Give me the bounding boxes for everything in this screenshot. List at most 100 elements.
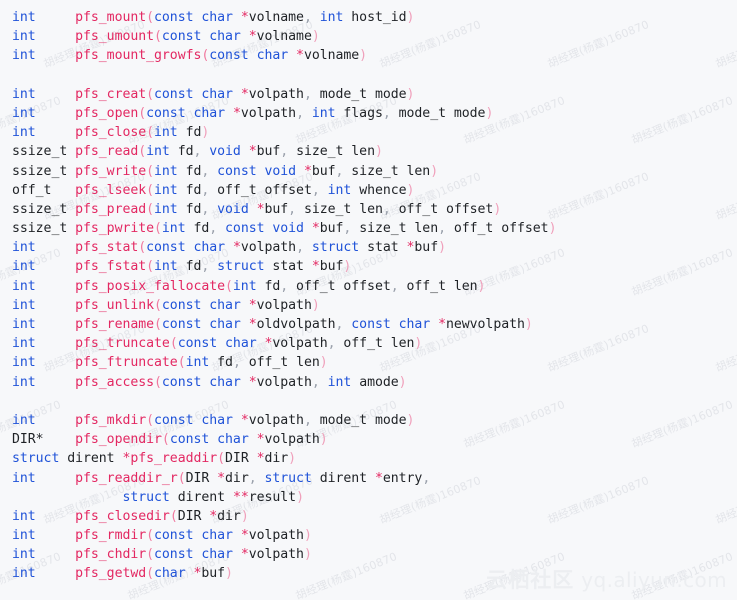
code-paren-open: (	[146, 412, 155, 428]
code-identifier: volpath	[248, 412, 304, 428]
code-paren-open: (	[146, 125, 155, 141]
code-keyword: int	[161, 221, 186, 237]
code-keyword: char	[225, 336, 257, 352]
code-paren-open: (	[146, 547, 155, 563]
code-identifier: volpath	[248, 528, 304, 544]
code-identifier: off_t	[453, 221, 494, 237]
code-function-name: pfs_read	[75, 144, 139, 160]
code-pointer-star: *	[240, 86, 249, 102]
code-pointer-star: *	[209, 508, 218, 524]
code-comma: ,	[327, 336, 336, 352]
code-paren-close: )	[319, 355, 328, 371]
code-identifier: volpath	[272, 336, 328, 352]
code-comma: ,	[248, 470, 257, 486]
code-keyword: const	[177, 336, 218, 352]
code-return-type: int	[12, 508, 36, 524]
code-identifier: stat	[367, 240, 399, 256]
code-paren-close: )	[374, 144, 383, 160]
code-paren-open: (	[154, 221, 162, 237]
code-keyword: const	[209, 48, 249, 64]
code-identifier: mode	[374, 86, 407, 102]
code-function-name: pfs_chdir	[75, 547, 147, 563]
code-paren-close: )	[303, 547, 312, 563]
code-pointer-star: *	[296, 48, 304, 64]
code-declaration-line: int pfs_stat(const char *volpath, struct…	[12, 238, 737, 257]
code-return-type: int	[12, 412, 36, 428]
code-identifier: offset	[264, 182, 312, 198]
code-identifier: volpath	[256, 297, 312, 313]
code-pointer-star: *	[438, 317, 446, 332]
code-function-name: pfs_fstat	[75, 259, 147, 275]
code-keyword: void	[264, 163, 297, 179]
code-declaration-line: int pfs_unlink(const char *volpath)	[12, 296, 737, 315]
code-identifier: volname	[248, 10, 304, 25]
code-paren-close: )	[201, 125, 210, 141]
code-paren-close: )	[406, 412, 415, 428]
code-return-type: int	[12, 125, 36, 141]
code-function-name: pfs_lseek	[75, 182, 147, 198]
code-paren-close: )	[225, 566, 233, 582]
code-identifier: volpath	[240, 105, 297, 121]
code-paren-close: )	[414, 336, 423, 352]
code-identifier: fd	[177, 144, 194, 160]
code-keyword: char	[154, 566, 186, 582]
code-identifier: size_t	[303, 201, 352, 217]
code-declaration-line: int pfs_rmdir(const char *volpath)	[12, 526, 737, 545]
code-paren-open: (	[154, 374, 162, 390]
code-identifier: dir	[217, 508, 241, 524]
code-identifier: entry	[382, 470, 423, 486]
code-paren-close: )	[406, 86, 415, 102]
code-declaration-line: int pfs_truncate(const char *volpath, of…	[12, 334, 737, 353]
code-declaration-line: ssize_t pfs_write(int fd, const void *bu…	[12, 162, 737, 181]
code-comma: ,	[296, 105, 304, 121]
code-keyword: char	[256, 48, 289, 64]
code-keyword: const	[217, 163, 257, 179]
code-function-name: pfs_closedir	[75, 508, 170, 524]
code-identifier: volpath	[256, 374, 312, 390]
code-pointer-star: *	[311, 221, 320, 237]
code-identifier: mode	[374, 412, 407, 428]
code-declaration-line: int pfs_umount(const char *volname)	[12, 27, 737, 46]
code-identifier: volpath	[264, 432, 320, 448]
code-identifier: len	[453, 278, 478, 294]
code-pointer-star: *	[248, 374, 257, 390]
code-comma: ,	[303, 10, 312, 25]
code-declaration-line: int pfs_posix_fallocate(int fd, off_t of…	[12, 277, 737, 296]
code-paren-close: )	[477, 278, 486, 294]
code-comma: ,	[311, 374, 320, 390]
code-identifier: mode_t	[319, 86, 368, 102]
code-comma: ,	[390, 278, 399, 294]
code-identifier: off_t	[398, 201, 439, 217]
code-keyword: char	[209, 374, 241, 390]
code-keyword: const	[154, 412, 194, 428]
code-paren-open: (	[217, 451, 226, 467]
code-keyword: int	[232, 278, 257, 294]
code-identifier: fd	[264, 278, 281, 294]
code-function-name: pfs_mkdir	[75, 412, 147, 428]
code-identifier: offset	[501, 221, 549, 237]
code-declaration-line: DIR* pfs_opendir(const char *volpath)	[12, 430, 737, 449]
code-function-name: pfs_mount_growfs	[75, 48, 202, 64]
code-keyword: const	[154, 10, 194, 25]
code-comma: ,	[382, 201, 391, 217]
code-return-type: struct	[12, 451, 60, 467]
code-pointer-star: *	[240, 412, 249, 428]
code-declaration-line: int pfs_rename(const char *oldvolpath, c…	[12, 315, 737, 334]
code-function-name: pfs_readdir_r	[75, 470, 178, 486]
code-paren-open: (	[146, 10, 155, 25]
code-comma: ,	[280, 144, 289, 160]
code-paren-open: (	[146, 528, 155, 544]
code-pointer-star: *	[303, 163, 312, 179]
code-comma: ,	[343, 221, 352, 237]
code-declaration-line: int pfs_open(const char *volpath, int fl…	[12, 104, 737, 123]
code-function-name: pfs_close	[75, 125, 147, 141]
code-keyword: char	[193, 240, 226, 256]
code-paren-open: (	[146, 259, 155, 275]
code-comma: ,	[280, 278, 289, 294]
code-pointer-star: *	[256, 201, 265, 217]
code-return-type: int	[12, 86, 36, 102]
code-keyword: const	[154, 528, 194, 544]
code-return-type: off_t	[12, 182, 52, 198]
code-paren-close: )	[288, 451, 297, 467]
